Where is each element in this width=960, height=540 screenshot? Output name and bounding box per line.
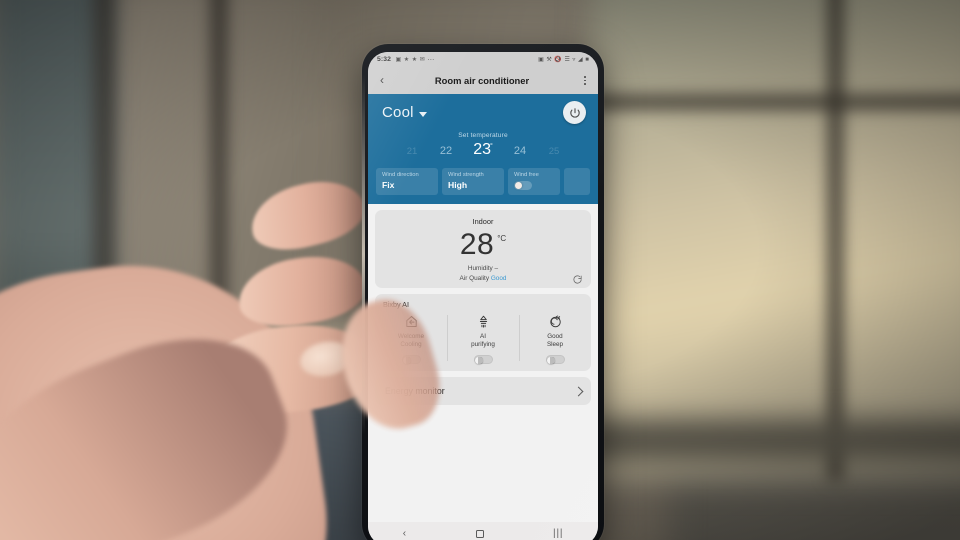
app-bar: ‹ Room air conditioner	[368, 67, 598, 94]
air-quality-row: Air Quality Good	[375, 275, 591, 282]
wind-free-toggle-knob	[515, 182, 522, 190]
finger-index	[244, 171, 371, 259]
air-quality-value: Good	[490, 274, 507, 282]
bixby-item-ai-purifying-label: AI purifying	[471, 333, 495, 350]
temp-option-22[interactable]: 22	[429, 145, 463, 157]
chip-wind-strength-value: High	[448, 180, 468, 191]
humidity-value: –	[494, 265, 499, 273]
quick-settings-chips: Wind direction Fix Wind strength High Wi…	[368, 168, 598, 196]
indoor-temperature-value: 28	[459, 228, 495, 262]
ai-purifying-toggle-knob	[475, 356, 483, 365]
temp-option-21[interactable]: 21	[395, 146, 429, 157]
status-bar: 5:32 ▣ ★ ★ ✉ ⋯ ▣ ⚒ 🔇 ☰ ▿ ◢ ■	[368, 52, 598, 67]
smartphone-device: 5:32 ▣ ★ ★ ✉ ⋯ ▣ ⚒ 🔇 ☰ ▿ ◢ ■ ‹ Room air …	[362, 44, 604, 540]
bixby-label-line1: Good	[547, 332, 563, 340]
control-panel-top-row: Cool	[368, 101, 598, 124]
chip-wind-strength[interactable]: Wind strength High	[442, 168, 504, 196]
indoor-card: Indoor 28 °C Humidity – Air Quality Good	[375, 210, 591, 288]
indoor-title: Indoor	[472, 217, 494, 227]
chip-wind-free-label: Wind free	[514, 172, 539, 178]
more-options-icon[interactable]	[580, 76, 590, 85]
chip-wind-direction-label: Wind direction	[382, 172, 419, 178]
status-time: 5:32	[377, 56, 392, 63]
good-sleep-toggle[interactable]	[545, 354, 565, 365]
wifi-icon: ▿	[572, 56, 576, 63]
power-button[interactable]	[563, 101, 586, 124]
bixby-label-line2: Sleep	[546, 341, 564, 349]
chevron-right-icon	[573, 386, 584, 397]
temp-option-24[interactable]: 24	[503, 145, 537, 157]
temp-current-value: 23	[473, 141, 491, 158]
set-temperature-label: Set temperature	[458, 132, 508, 139]
indoor-temperature-unit: °C	[497, 234, 507, 244]
status-bar-left: 5:32 ▣ ★ ★ ✉ ⋯	[377, 56, 435, 64]
bluetooth-icon: ⚒	[546, 56, 552, 63]
humidity-label: Humidity	[467, 265, 493, 273]
chip-wind-strength-label: Wind strength	[448, 172, 484, 178]
vibrate-icon: ☰	[564, 56, 570, 63]
air-purify-icon	[476, 314, 491, 330]
wind-free-toggle[interactable]	[514, 181, 532, 191]
phone-screen: 5:32 ▣ ★ ★ ✉ ⋯ ▣ ⚒ 🔇 ☰ ▿ ◢ ■ ‹ Room air …	[368, 52, 598, 540]
star-icon: ★	[411, 56, 418, 63]
chip-overflow[interactable]	[564, 168, 590, 196]
nfc-icon: ▣	[538, 56, 544, 63]
refresh-button[interactable]	[572, 272, 583, 284]
status-bar-right: ▣ ⚒ 🔇 ☰ ▿ ◢ ■	[538, 57, 589, 63]
temp-option-current[interactable]: 23°	[463, 141, 503, 159]
page-title: Room air conditioner	[434, 75, 530, 86]
air-quality-label: Air Quality	[459, 274, 490, 282]
signal-icon: ◢	[578, 56, 583, 63]
bixby-label-line1: AI	[480, 332, 486, 340]
bixby-item-good-sleep[interactable]: Good Sleep	[519, 314, 591, 365]
ai-purifying-toggle[interactable]	[473, 354, 493, 365]
battery-icon: ■	[585, 56, 589, 63]
star-icon: ★	[403, 56, 410, 63]
nav-recents-button[interactable]: |||	[553, 529, 563, 539]
status-overflow-icon: ⋯	[427, 56, 436, 64]
photo-icon: ▣	[395, 56, 402, 63]
mute-icon: 🔇	[554, 56, 562, 63]
mail-icon: ✉	[419, 56, 425, 63]
mode-label: Cool	[382, 104, 414, 121]
temp-option-25[interactable]: 25	[537, 146, 571, 157]
control-panel: Cool Set temperature 21 22 23° 24 25 Win…	[368, 94, 598, 205]
moon-sleep-icon	[548, 314, 563, 330]
mode-selector[interactable]: Cool	[382, 104, 427, 121]
chip-wind-direction[interactable]: Wind direction Fix	[376, 168, 438, 196]
android-nav-bar: ‹ |||	[368, 522, 598, 540]
indoor-temperature: 28 °C	[375, 228, 591, 262]
chip-wind-direction-value: Fix	[382, 180, 395, 191]
temperature-picker[interactable]: 21 22 23° 24 25	[368, 141, 598, 159]
nav-home-button[interactable]	[475, 530, 484, 538]
nav-back-button[interactable]: ‹	[403, 529, 406, 539]
bixby-item-ai-purifying[interactable]: AI purifying	[447, 314, 519, 365]
degree-symbol: °	[489, 142, 493, 150]
refresh-icon	[573, 275, 582, 284]
home-square-icon	[475, 530, 484, 538]
chevron-down-icon	[418, 111, 427, 117]
power-icon	[569, 107, 580, 118]
humidity-row: Humidity –	[375, 265, 591, 272]
chip-wind-free[interactable]: Wind free	[508, 168, 560, 196]
good-sleep-toggle-knob	[547, 356, 555, 365]
bixby-item-good-sleep-label: Good Sleep	[547, 333, 563, 350]
bixby-label-line2: purifying	[471, 341, 495, 349]
